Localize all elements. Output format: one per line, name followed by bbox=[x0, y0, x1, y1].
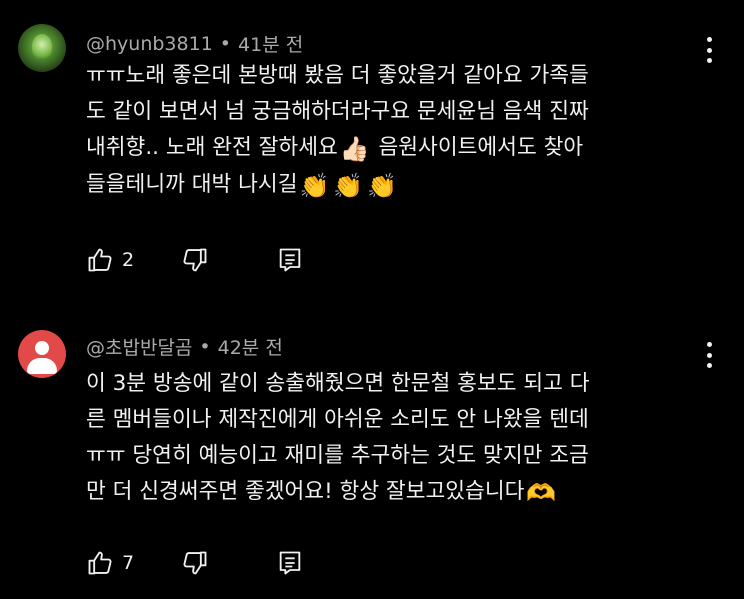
comment-actions: 7 bbox=[86, 548, 304, 578]
thumbs-up-icon bbox=[86, 246, 114, 274]
reply-button[interactable] bbox=[276, 246, 304, 274]
avatar-image bbox=[32, 34, 52, 60]
comment-item: @초밥반달곰 • 42분 전 이 3분 방송에 같이 송출해줬으면 한문철 홍보… bbox=[0, 300, 744, 599]
user-icon-body bbox=[27, 358, 57, 374]
user-icon bbox=[35, 341, 49, 355]
comment-text-segment: 내취향.. 노래 완전 잘하세요 bbox=[86, 135, 338, 160]
comment-text: 이 3분 방송에 같이 송출해줬으면 한문철 홍보도 되고 다 른 멤버들이나 … bbox=[86, 366, 686, 511]
comment-time[interactable]: 42분 전 bbox=[218, 333, 283, 360]
comment-text-line: 도 같이 보면서 넘 궁금해하더라구요 문세윤님 음색 진짜 bbox=[86, 99, 589, 124]
comment-text: ㅠㅠ노래 좋은데 본방때 봤음 더 좋았을거 같아요 가족들 도 같이 보면서 … bbox=[86, 58, 686, 204]
more-vert-icon bbox=[706, 342, 712, 347]
reply-icon bbox=[276, 246, 304, 274]
comment-text-segment: 만 더 신경써주면 좋겠어요! 항상 잘보고있습니다 bbox=[86, 479, 525, 504]
author-name[interactable]: @hyunb3811 bbox=[86, 33, 213, 55]
more-actions-button[interactable] bbox=[698, 37, 720, 63]
dislike-button[interactable] bbox=[181, 246, 276, 274]
comment-text-line: ㅠㅠ 당연히 예능이고 재미를 추구하는 것도 맞지만 조금 bbox=[86, 443, 589, 468]
meta-separator: • bbox=[219, 32, 232, 55]
thumbs-down-icon bbox=[181, 549, 209, 577]
thumbs-down-icon bbox=[181, 246, 209, 274]
like-count: 7 bbox=[122, 552, 135, 574]
comment-text-line: 이 3분 방송에 같이 송출해줬으면 한문철 홍보도 되고 다 bbox=[86, 371, 590, 396]
comment-header: @초밥반달곰 • 42분 전 bbox=[86, 333, 283, 360]
heart-hands-emoji: 🫶 bbox=[526, 479, 557, 507]
like-count: 2 bbox=[122, 249, 135, 271]
comment-text-line: 들을테니까 대박 나시길👏 👏 👏 bbox=[86, 167, 686, 204]
comment-text-line: 른 멤버들이나 제작진에게 아쉬운 소리도 안 나왔을 텐데 bbox=[86, 407, 589, 432]
comment-text-segment: 음원사이트에서도 찾아 bbox=[378, 135, 584, 160]
reply-icon bbox=[276, 549, 304, 577]
comment-text-line: 내취향.. 노래 완전 잘하세요👍🏻 음원사이트에서도 찾아 bbox=[86, 130, 686, 167]
comment-text-line: ㅠㅠ노래 좋은데 본방때 봤음 더 좋았을거 같아요 가족들 bbox=[86, 63, 589, 88]
more-actions-button[interactable] bbox=[698, 342, 720, 368]
thumbs-up-icon bbox=[86, 549, 114, 577]
comment-text-line: 만 더 신경써주면 좋겠어요! 항상 잘보고있습니다🫶 bbox=[86, 474, 686, 511]
comment-header: @hyunb3811 • 41분 전 bbox=[86, 30, 303, 57]
reply-button[interactable] bbox=[276, 549, 304, 577]
comment-item: @hyunb3811 • 41분 전 ㅠㅠ노래 좋은데 본방때 봤음 더 좋았을… bbox=[0, 0, 744, 300]
like-button[interactable]: 7 bbox=[86, 549, 181, 577]
comment-actions: 2 bbox=[86, 245, 304, 275]
dislike-button[interactable] bbox=[181, 549, 276, 577]
author-avatar[interactable] bbox=[18, 24, 66, 72]
meta-separator: • bbox=[199, 335, 211, 358]
author-name[interactable]: @초밥반달곰 bbox=[86, 333, 192, 360]
comment-time[interactable]: 41분 전 bbox=[238, 30, 303, 57]
author-avatar[interactable] bbox=[18, 330, 66, 378]
clapping-emoji: 👏 bbox=[299, 172, 330, 200]
thumbs-up-emoji: 👍🏻 bbox=[339, 135, 370, 163]
clapping-emoji: 👏 bbox=[333, 172, 364, 200]
like-button[interactable]: 2 bbox=[86, 246, 181, 274]
clapping-emoji: 👏 bbox=[367, 172, 398, 200]
more-vert-icon bbox=[706, 37, 712, 42]
comment-text-segment: 들을테니까 대박 나시길 bbox=[86, 172, 298, 197]
